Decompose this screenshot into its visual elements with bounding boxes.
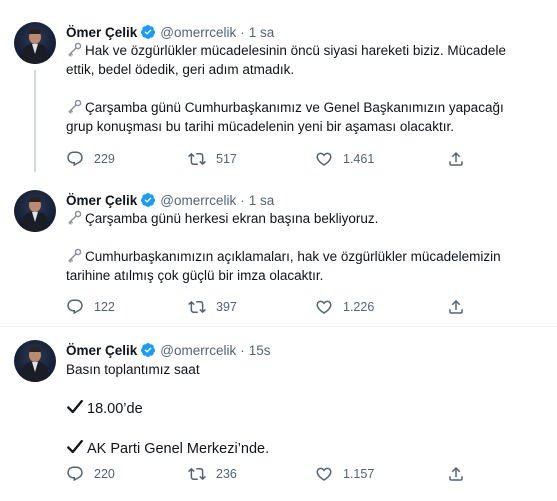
tweet-text: Hak ve özgürlükler mücadelesinin öncü si… — [66, 41, 536, 136]
author-name[interactable]: Ömer Çelik — [66, 193, 137, 208]
share-icon — [449, 299, 463, 314]
share-icon — [449, 151, 463, 166]
retweet-button[interactable]: 397 — [188, 298, 237, 316]
tweet-line-text: AK Parti Genel Merkezi’nde. — [87, 441, 270, 457]
like-count: 1.157 — [343, 467, 375, 481]
tweet-line: AK Parti Genel Merkezi’nde. — [66, 438, 536, 459]
like-button[interactable]: 1.226 — [315, 298, 374, 316]
tweet-line: tarihine atılmış çok güçlü bir imza olac… — [66, 268, 324, 283]
reply-button[interactable]: 220 — [66, 465, 115, 483]
heart-icon — [316, 300, 332, 314]
share-icon — [449, 466, 463, 481]
tweet-header: Ömer Çelik @omerrcelik · 15s — [66, 341, 271, 359]
like-button[interactable]: 1.157 — [315, 465, 374, 483]
author-name[interactable]: Ömer Çelik — [66, 343, 137, 358]
tweet-line-text: Çarşamba günü Cumhurbaşkanımız ve Genel … — [85, 100, 504, 115]
heart-icon — [316, 152, 332, 166]
share-button[interactable] — [447, 150, 475, 168]
separator-dot: · — [240, 192, 245, 208]
tweet-line-text: Hak ve özgürlükler mücadelesinin öncü si… — [85, 43, 506, 58]
key-icon — [68, 210, 82, 225]
reply-count: 220 — [94, 467, 115, 481]
timestamp[interactable]: 1 sa — [249, 25, 275, 40]
tweet-2[interactable]: Ömer Çelik @omerrcelik · 1 sa Çarşamba g… — [0, 178, 557, 325]
share-button[interactable] — [447, 298, 475, 316]
tweet-actions: 229 517 1.461 — [66, 150, 486, 168]
avatar[interactable] — [14, 22, 56, 64]
key-icon — [68, 99, 82, 114]
retweet-count: 397 — [216, 300, 237, 314]
retweet-icon — [188, 300, 206, 314]
tweet-line-text: Çarşamba günü herkesi ekran başına bekli… — [85, 211, 379, 226]
tweet-3[interactable]: Ömer Çelik @omerrcelik · 15s Basın topla… — [0, 327, 557, 501]
timestamp[interactable]: 15s — [249, 343, 271, 358]
reply-icon — [67, 151, 83, 167]
verified-badge-icon — [141, 193, 156, 207]
retweet-count: 517 — [216, 152, 237, 166]
tweet-1[interactable]: Ömer Çelik @omerrcelik · 1 sa Hak ve özg… — [0, 0, 557, 178]
share-button[interactable] — [447, 465, 475, 483]
verified-badge-icon — [141, 343, 156, 357]
heart-icon — [316, 467, 332, 481]
retweet-icon — [188, 152, 206, 166]
avatar[interactable] — [14, 340, 56, 382]
tweet-line: Çarşamba günü Cumhurbaşkanımız ve Genel … — [66, 98, 536, 117]
author-name[interactable]: Ömer Çelik — [66, 25, 137, 40]
tweet-line: ettik, bedel ödedik, geri adım atmadık. — [66, 62, 295, 77]
reply-button[interactable]: 122 — [66, 298, 115, 316]
tweet-line: Çarşamba günü herkesi ekran başına bekli… — [66, 209, 536, 228]
author-handle[interactable]: @omerrcelik — [160, 193, 236, 208]
separator-dot: · — [240, 24, 245, 40]
tweet-actions: 122 397 1.226 — [66, 298, 486, 316]
retweet-button[interactable]: 236 — [188, 465, 237, 483]
tweet-line: Hak ve özgürlükler mücadelesinin öncü si… — [66, 41, 536, 60]
retweet-button[interactable]: 517 — [188, 150, 237, 168]
reply-count: 229 — [94, 152, 115, 166]
tweet-text: Basın toplantımız saat 18.00’de AK Parti… — [66, 360, 536, 459]
like-count: 1.226 — [343, 300, 375, 314]
timestamp[interactable]: 1 sa — [249, 193, 275, 208]
tweet-text: Çarşamba günü herkesi ekran başına bekli… — [66, 209, 536, 285]
tweet-line: grup konuşması bu tarihi mücadelenin yen… — [66, 119, 454, 134]
check-mark-icon — [67, 439, 83, 454]
tweet-line: 18.00’de — [66, 398, 536, 419]
like-count: 1.461 — [343, 152, 375, 166]
avatar[interactable] — [14, 190, 56, 232]
tweet-line: Basın toplantımız saat — [66, 362, 200, 377]
reply-icon — [67, 299, 83, 315]
reply-count: 122 — [94, 300, 115, 314]
tweet-line-text: 18.00’de — [87, 401, 143, 417]
tweet-header: Ömer Çelik @omerrcelik · 1 sa — [66, 23, 274, 41]
like-button[interactable]: 1.461 — [315, 150, 374, 168]
tweet-header: Ömer Çelik @omerrcelik · 1 sa — [66, 191, 274, 209]
reply-button[interactable]: 229 — [66, 150, 115, 168]
verified-badge-icon — [141, 25, 156, 39]
retweet-icon — [188, 467, 206, 481]
key-icon — [68, 248, 82, 263]
key-icon — [68, 42, 82, 57]
retweet-count: 236 — [216, 467, 237, 481]
author-handle[interactable]: @omerrcelik — [160, 25, 236, 40]
thread-line — [34, 70, 36, 172]
reply-icon — [67, 466, 83, 482]
separator-dot: · — [240, 342, 245, 358]
tweet-line-text: Cumhurbaşkanımızın açıklamaları, hak ve … — [85, 249, 501, 264]
check-mark-icon — [67, 399, 83, 414]
tweet-actions: 220 236 1.157 — [66, 465, 486, 483]
tweet-line: Cumhurbaşkanımızın açıklamaları, hak ve … — [66, 247, 536, 266]
author-handle[interactable]: @omerrcelik — [160, 343, 236, 358]
